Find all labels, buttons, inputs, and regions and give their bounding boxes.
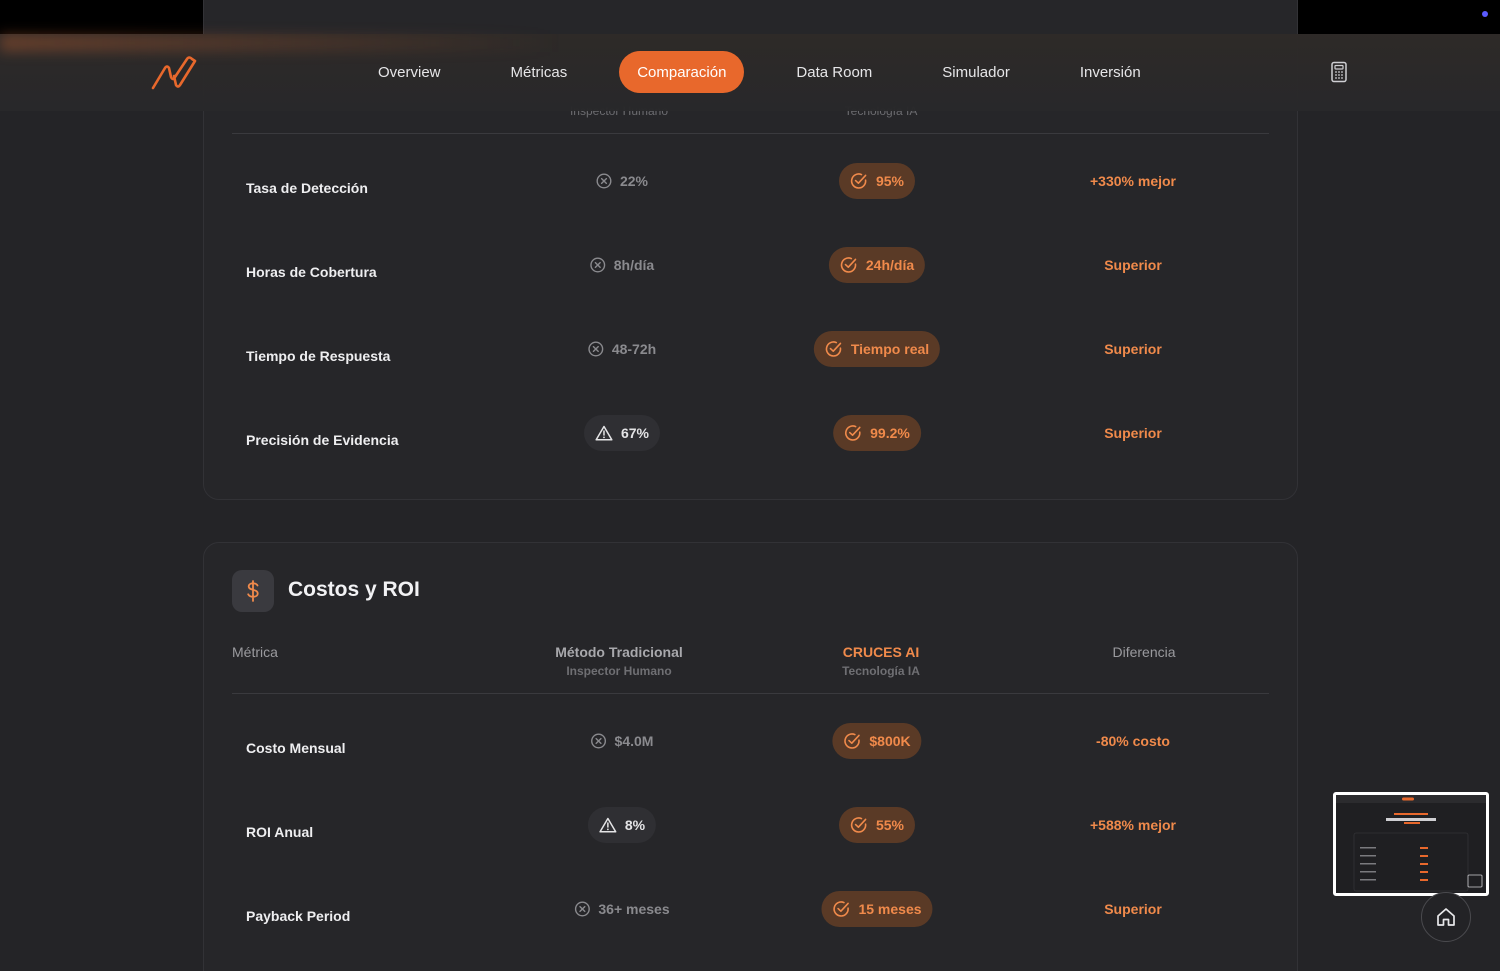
traditional-value: 67% [583,415,661,451]
warning-icon [595,425,613,441]
row-metric-label: Payback Period [246,908,351,924]
ai-value-text: 15 meses [858,901,922,917]
ai-value-text: 99.2% [870,425,910,441]
x-circle-icon [596,173,612,189]
row-metric-label: Tiempo de Respuesta [246,348,391,364]
ai-value-badge: 95% [838,163,916,199]
check-circle-icon [832,900,850,918]
row-metric-label: Tasa de Detección [246,180,368,196]
ai-value-badge: $800K [832,723,922,759]
page-minimap[interactable] [1333,792,1489,896]
col-header-metric: Métrica [232,644,278,660]
header-divider [232,133,1269,134]
difference-value: Superior [1104,341,1162,357]
nav-menu: Overview Métricas Comparación Data Room Simu… [343,51,1176,93]
ai-value-badge: 15 meses [821,891,933,927]
traditional-value-text: $4.0M [614,733,654,749]
dollar-icon [232,570,274,612]
row-metric-label: Costo Mensual [246,740,346,756]
table-row: Horas de Cobertura 8h/día 24h/día Superior [0,247,1500,338]
nav-item-data-room[interactable]: Data Room [761,51,907,93]
traditional-value-text: 8% [624,817,646,833]
difference-value: +588% mejor [1090,817,1176,833]
col-header-diff: Diferencia [1112,644,1176,660]
ai-value-text: $800K [869,733,911,749]
traditional-value-text: 8h/día [613,257,655,273]
x-circle-icon [588,341,604,357]
nav-item-comparaci-n[interactable]: Comparación [619,51,745,93]
traditional-value-text: 48-72h [611,341,657,357]
difference-value: Superior [1104,257,1162,273]
calculator-icon[interactable] [1329,61,1349,83]
nav-item-simulador[interactable]: Simulador [907,51,1045,93]
traditional-value-text: 22% [619,173,649,189]
check-circle-icon [850,172,868,190]
table-row: Precisión de Evidencia 67% 99.2% Superior [0,415,1500,506]
difference-value: Superior [1104,425,1162,441]
check-circle-icon [850,816,868,834]
row-metric-label: ROI Anual [246,824,314,840]
difference-value: Superior [1104,901,1162,917]
traditional-value: 22% [585,163,659,199]
nav-item-m-tricas[interactable]: Métricas [476,51,603,93]
ai-value-badge: 99.2% [833,415,921,451]
col-header-ai: CRUCES AI Tecnología IA [842,644,920,678]
nav-item-inversi-n[interactable]: Inversión [1045,51,1176,93]
traditional-value: $4.0M [580,723,665,759]
x-circle-icon [574,901,590,917]
difference-value: +330% mejor [1090,173,1176,189]
table-row: Tasa de Detección 22% 95% +330% mejor [0,163,1500,254]
home-icon [1437,908,1455,926]
ai-value-badge: Tiempo real [813,331,941,367]
row-metric-label: Horas de Cobertura [246,264,377,280]
ai-value-text: Tiempo real [850,341,930,357]
ai-value-badge: 55% [838,807,916,843]
logo-icon[interactable] [150,55,198,91]
check-circle-icon [825,340,843,358]
traditional-value: 36+ meses [563,891,680,927]
check-circle-icon [843,732,861,750]
table-row: ROI Anual 8% 55% +588% mejor [0,807,1500,898]
table-row: Costo Mensual $4.0M $800K -80% costo [0,723,1500,814]
home-button[interactable] [1421,892,1471,942]
section-title: Costos y ROI [288,578,420,601]
ai-value-text: 55% [875,817,905,833]
traditional-value: 8% [587,807,657,843]
status-dot [1482,11,1488,17]
table-row: Tiempo de Respuesta 48-72h Tiempo real Supe… [0,331,1500,422]
ai-value-badge: 24h/día [828,247,926,283]
row-metric-label: Precisión de Evidencia [246,432,399,448]
col-header-ai-label: CRUCES AI [842,644,920,660]
traditional-value-text: 67% [620,425,650,441]
col-header-trad-sub: Inspector Humano [566,664,672,678]
top-nav: Overview Métricas Comparación Data Room Simu… [0,34,1500,111]
difference-value: -80% costo [1096,733,1170,749]
traditional-value-text: 36+ meses [598,901,670,917]
traditional-value: 8h/día [579,247,665,283]
check-circle-icon [840,256,858,274]
x-circle-icon [591,733,607,749]
ai-value-text: 95% [875,173,905,189]
nav-item-overview[interactable]: Overview [343,51,476,93]
warning-icon [599,817,617,833]
col-header-ai-sub: Tecnología IA [842,664,920,678]
col-header-trad-label: Método Tradicional [555,644,683,660]
x-circle-icon [590,257,606,273]
table-row: Payback Period 36+ meses 15 meses Superior [0,891,1500,971]
ai-value-text: 24h/día [865,257,915,273]
costs-header-divider [232,693,1269,694]
check-circle-icon [844,424,862,442]
traditional-value: 48-72h [577,331,667,367]
col-header-traditional: Método Tradicional Inspector Humano [555,644,683,678]
